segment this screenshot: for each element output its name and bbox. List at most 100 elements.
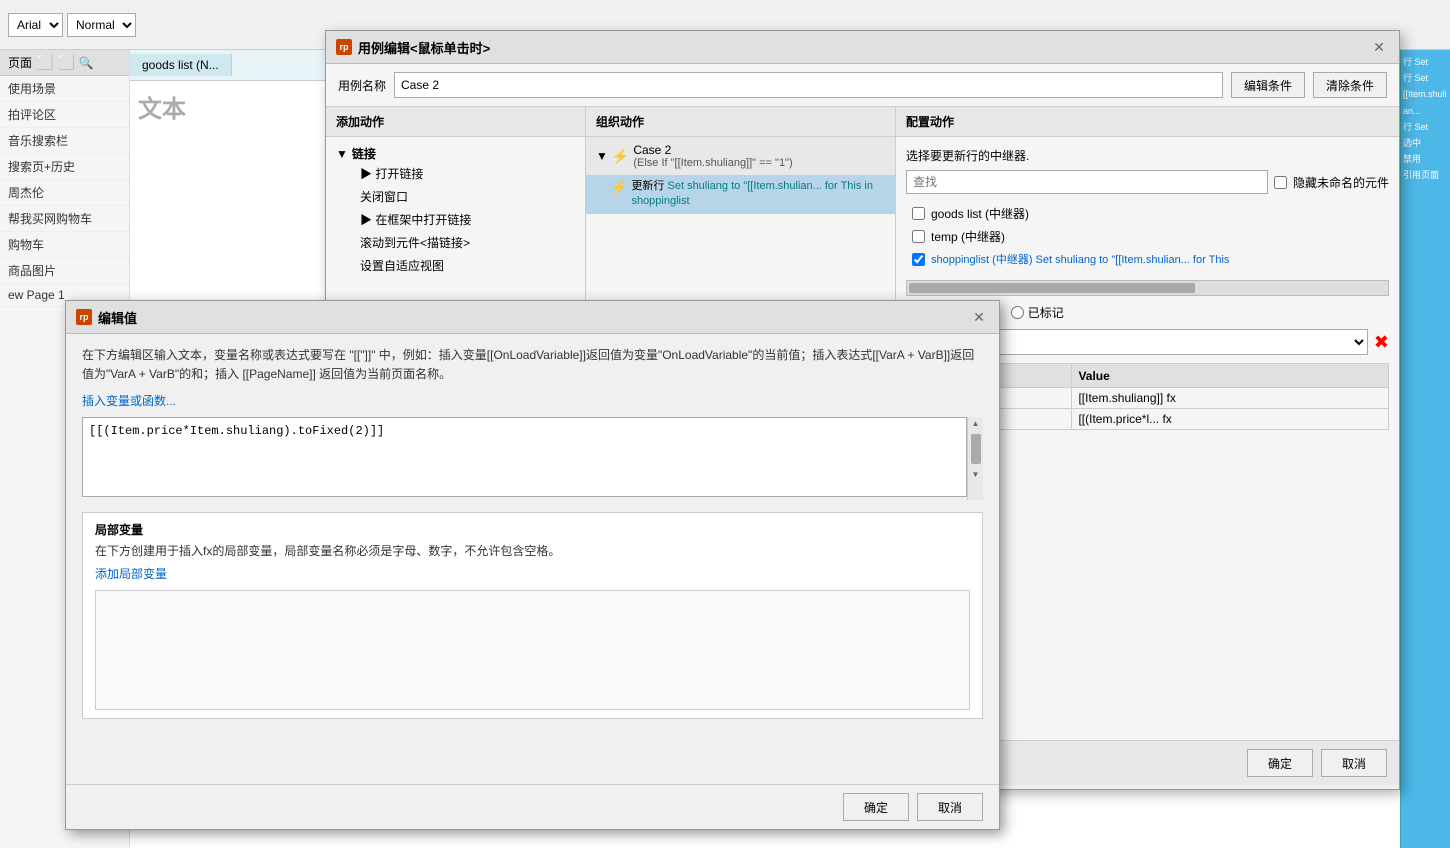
localvar-section: 局部变量 在下方创建用于插入fx的局部变量，局部变量名称必须是字母、数字，不允许… [82,512,983,719]
repeater-label-0: goods list (中继器) [931,205,1029,222]
dialog-editval: rp 编辑值 ✕ 在下方编辑区输入文本，变量名称或表达式要写在 "[["]]" … [65,300,1000,830]
sidebar-item-7[interactable]: 商品图片 [0,258,129,284]
tree-group-link-label[interactable]: ▼ 链接 [336,145,575,162]
right-panel-item-0: 行 Set [1403,54,1448,70]
editval-textarea-wrap: ▲ ▼ [82,417,983,500]
org-case-condition: (Else If "[[Item.shuliang]]" == "1") [633,157,792,169]
case-icon: ⚡ [612,148,629,165]
sidebar-search-icon[interactable]: 🔍 [79,56,94,70]
org-case-header[interactable]: ▼ ⚡ Case 2 (Else If "[[Item.shuliang]]" … [586,137,895,175]
insert-var-link[interactable]: 插入变量或函数... [82,392,983,409]
case-name-input[interactable] [394,72,1223,98]
repeater-item-0[interactable]: goods list (中继器) [906,202,1389,225]
org-case-name: Case 2 [633,143,792,157]
hidden-unnamed-checkbox[interactable] [1274,176,1287,189]
right-panel-item-4[interactable]: 选中 [1403,135,1448,151]
usecase-ok-button[interactable]: 确定 [1247,749,1313,777]
usecase-title: 用例编辑<鼠标单击时> [358,38,490,57]
organize-header: 组织动作 [586,107,895,137]
font-style-select[interactable]: Normal [67,13,136,37]
rp-icon: rp [336,39,352,55]
editval-textarea[interactable] [82,417,967,497]
tree-item-expand2: ▶ [360,213,372,227]
right-panel-item-6[interactable]: 引用页面 [1403,167,1448,183]
edit-condition-button[interactable]: 编辑条件 [1231,72,1305,98]
font-family-select[interactable]: Arial [8,13,63,37]
config-scrollbar-h[interactable] [906,280,1389,296]
localvar-area[interactable] [95,590,970,710]
sidebar-item-6[interactable]: 购物车 [0,232,129,258]
repeater-check-1[interactable] [912,230,925,243]
org-action-item[interactable]: ⚡ 更新行 Set shuliang to "[[Item.shulian...… [586,175,895,214]
config-header: 配置动作 [896,107,1399,137]
org-item-text: 更新行 Set shuliang to "[[Item.shulian... f… [631,179,885,210]
sidebar-item-5[interactable]: 帮我买网购物车 [0,206,129,232]
right-panel-item-5[interactable]: 禁用 [1403,151,1448,167]
editval-footer: 确定 取消 [66,784,999,829]
config-search-row: 隐藏未命名的元件 [906,170,1389,194]
sidebar-header-label: 页面 [8,54,32,71]
right-panel: 行 Set 行 Set [[Item.shulian... 行 Set 选中 禁… [1400,50,1450,848]
repeater-item-2[interactable]: shoppinglist (中继器) Set shuliang to "[[It… [906,248,1389,270]
repeater-label-1: temp (中继器) [931,228,1005,245]
usecase-cancel-button[interactable]: 取消 [1321,749,1387,777]
lightning-icon: ⚡ [610,179,627,196]
scroll-thumb-v [971,434,981,464]
page-tab[interactable]: goods list (N... [130,54,232,76]
editval-title-bar: rp 编辑值 ✕ [66,301,999,334]
repeater-list: goods list (中继器) temp (中继器) shoppinglist… [906,202,1389,270]
editval-ok-button[interactable]: 确定 [843,793,909,821]
editval-rp-icon: rp [76,309,92,325]
scroll-up-arrow[interactable]: ▲ [970,417,982,430]
sidebar-header: 页面 ⬜ ⬜ 🔍 [0,50,129,76]
clear-condition-button[interactable]: 清除条件 [1313,72,1387,98]
tree-item-open-in-frame[interactable]: ▶ 在框架中打开链接 [336,208,575,231]
tree-item-scroll-to[interactable]: 滚动到元件<描链接> [336,231,575,254]
tree-item-open-link[interactable]: ▶ 打开链接 [336,162,575,185]
delete-row-button[interactable]: ✖ [1374,332,1389,353]
sidebar-icon-1[interactable]: ⬜ [36,54,53,71]
tree-item-close-window[interactable]: 关闭窗口 [336,185,575,208]
repeater-item-1[interactable]: temp (中继器) [906,225,1389,248]
editval-scrollbar-v[interactable]: ▲ ▼ [967,417,983,500]
config-search-input[interactable] [906,170,1268,194]
tree-group-link: ▼ 链接 ▶ 打开链接 关闭窗口 ▶ 在框架中打开链接 滚动到元件<描链接> 设… [326,141,585,281]
usecase-close-button[interactable]: ✕ [1369,37,1389,57]
editval-close-button[interactable]: ✕ [969,307,989,327]
editval-cancel-button[interactable]: 取消 [917,793,983,821]
table-cell-val-0[interactable]: [[Item.shuliang]] fx [1072,388,1389,409]
right-panel-item-3: 行 Set [1403,119,1448,135]
add-localvar-link[interactable]: 添加局部变量 [95,565,970,582]
sidebar-item-2[interactable]: 音乐搜索栏 [0,128,129,154]
right-panel-item-2: [[Item.shulian... [1403,86,1448,118]
right-panel-item-1: 行 Set [1403,70,1448,86]
table-header-value: Value [1072,364,1389,388]
localvar-description: 在下方创建用于插入fx的局部变量，局部变量名称必须是字母、数字，不允许包含空格。 [95,542,970,559]
tree-expand-icon: ▼ [336,147,348,161]
scroll-thumb-h [909,283,1195,293]
config-label: 选择要更新行的中继器. [906,147,1389,164]
tree-item-expand: ▶ [360,167,372,181]
repeater-label-2: shoppinglist (中继器) Set shuliang to "[[It… [931,251,1229,267]
repeater-check-2[interactable] [912,253,925,266]
hidden-unnamed-label: 隐藏未命名的元件 [1293,174,1389,191]
radio-marked[interactable]: 已标记 [1011,304,1064,321]
editval-body: 在下方编辑区输入文本，变量名称或表达式要写在 "[["]]" 中，例如：插入变量… [66,334,999,739]
repeater-check-0[interactable] [912,207,925,220]
sidebar-item-3[interactable]: 搜索页+历史 [0,154,129,180]
case-name-row: 用例名称 编辑条件 清除条件 [326,64,1399,107]
sidebar-item-0[interactable]: 使用场景 [0,76,129,102]
sidebar-item-1[interactable]: 拍评论区 [0,102,129,128]
case-expand-icon: ▼ [596,149,608,163]
editval-title-text: 编辑值 [98,308,137,327]
scroll-down-arrow[interactable]: ▼ [970,468,982,481]
case-name-label: 用例名称 [338,77,386,94]
table-cell-val-1[interactable]: [[(Item.price*l... fx [1072,409,1389,430]
editval-description: 在下方编辑区输入文本，变量名称或表达式要写在 "[["]]" 中，例如：插入变量… [82,346,983,384]
sidebar-item-4[interactable]: 周杰伦 [0,180,129,206]
sidebar-icon-2[interactable]: ⬜ [57,54,74,71]
usecase-title-bar: rp 用例编辑<鼠标单击时> ✕ [326,31,1399,64]
add-action-header: 添加动作 [326,107,585,137]
localvar-title: 局部变量 [95,521,970,538]
tree-item-adaptive-view[interactable]: 设置自适应视图 [336,254,575,277]
